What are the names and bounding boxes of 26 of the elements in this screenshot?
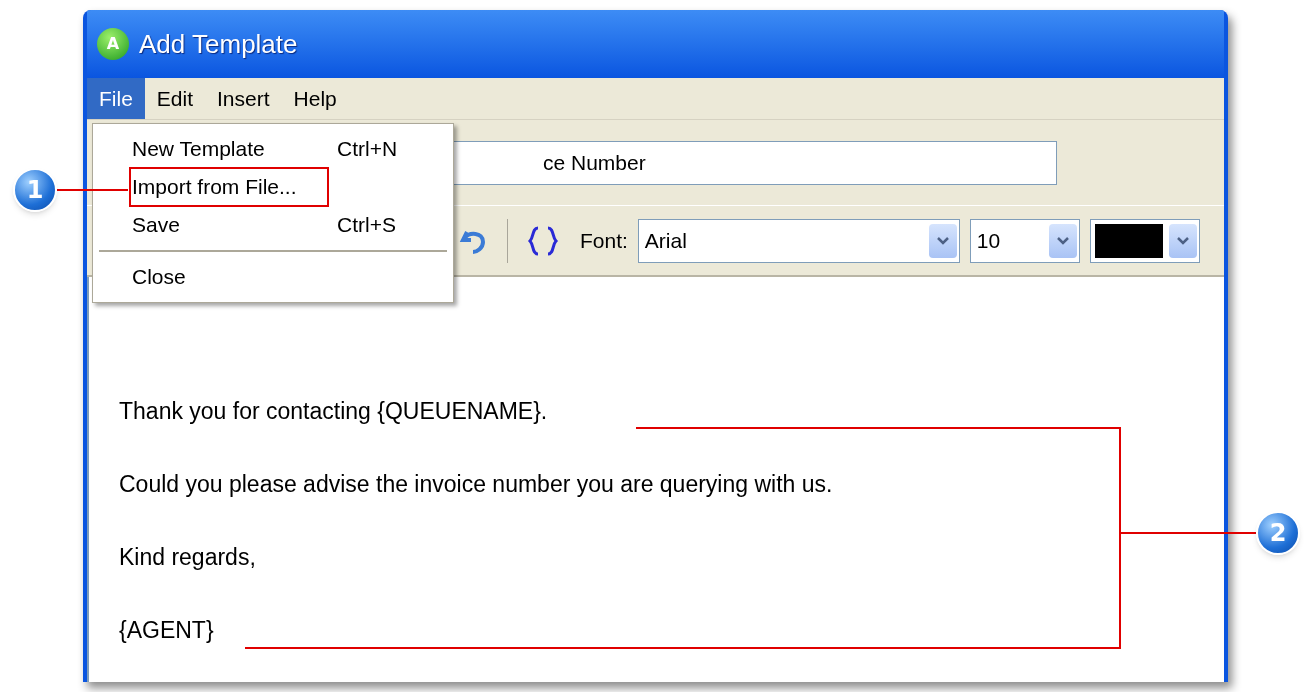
font-dropdown[interactable]: Arial (637, 218, 960, 263)
body-text-line: {AGENT} (119, 616, 214, 645)
menu-option-label: New Template (131, 136, 266, 163)
body-text-line: Thank you for contacting {QUEUENAME}. (119, 397, 548, 426)
braces-icon[interactable] (526, 224, 560, 257)
menu-item[interactable]: Edit (144, 78, 206, 119)
app-logo-icon: A (97, 28, 129, 60)
dropdown-caret-icon (1048, 223, 1077, 258)
size-dropdown[interactable]: 10 (969, 218, 1080, 263)
callout-marker: 2 (1256, 511, 1300, 555)
menu-option[interactable]: Close (93, 258, 453, 296)
menu-item[interactable]: Help (281, 78, 349, 119)
dropdown-caret-icon (928, 223, 957, 258)
callout-marker: 1 (13, 168, 57, 212)
menu-item[interactable]: Insert (205, 78, 282, 119)
color-dropdown[interactable] (1089, 218, 1200, 263)
menu-option-label: Save (131, 212, 181, 239)
menu-option[interactable]: Save Ctrl+S (93, 206, 453, 244)
window-title: Add Template (139, 27, 298, 61)
dropdown-caret-icon (1168, 223, 1197, 258)
shortcut-label: Ctrl+S (337, 212, 396, 239)
menu-option-label: Close (131, 264, 187, 291)
font-label: Font: (580, 227, 628, 254)
body-text-line: Could you please advise the invoice number you are querying with us. (119, 470, 833, 499)
menu-item[interactable]: File (87, 78, 145, 119)
body-text-line: Kind regards, (119, 543, 256, 572)
